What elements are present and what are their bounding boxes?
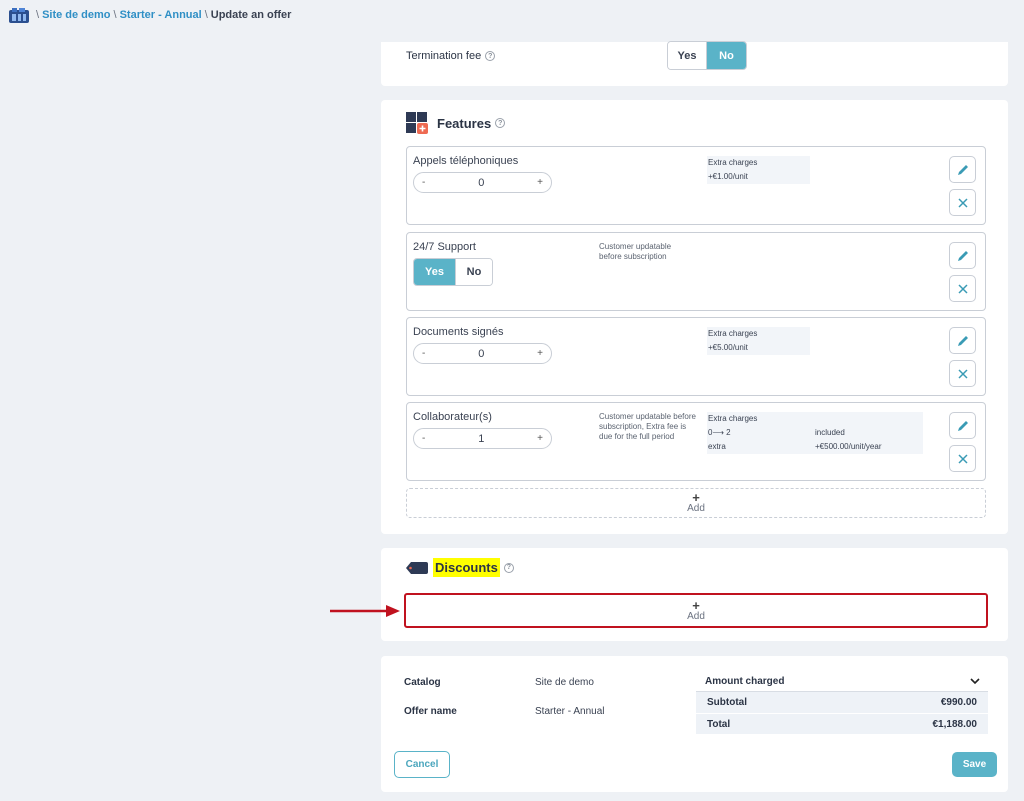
discounts-card: Discounts ? + Add — [381, 548, 1008, 641]
remove-feature-button[interactable] — [949, 445, 976, 472]
extra-charges-box: Extra charges 0⟶ 2 included extra +€500.… — [707, 412, 923, 454]
breadcrumb-site-link[interactable]: Site de demo — [42, 9, 110, 21]
catalog-label: Catalog — [404, 677, 441, 688]
quantity-stepper: - 0 + — [413, 343, 552, 364]
summary-card: Catalog Site de demo Offer name Starter … — [381, 656, 1008, 792]
edit-feature-button[interactable] — [949, 327, 976, 354]
remove-feature-button[interactable] — [949, 189, 976, 216]
offer-name-value: Starter - Annual — [535, 706, 605, 717]
annotation-arrow-icon — [330, 605, 400, 617]
save-button[interactable]: Save — [952, 752, 997, 777]
feature-item: 24/7 Support Yes No Customer updatable b… — [406, 232, 986, 311]
feature-note: Customer updatable before subscription, … — [599, 412, 696, 441]
features-card: Features ? Appels téléphoniques - 0 + Ex… — [381, 100, 1008, 534]
help-icon[interactable]: ? — [503, 562, 514, 573]
quantity-value[interactable]: 0 — [425, 348, 537, 360]
plus-icon: + — [692, 490, 700, 505]
extra-charges-box: Extra charges +€5.00/unit — [707, 327, 810, 355]
amount-charged-panel: Amount charged Subtotal €990.00 Total €1… — [696, 672, 988, 734]
pencil-icon — [957, 335, 968, 346]
increment-button[interactable]: + — [537, 433, 543, 444]
increment-button[interactable]: + — [537, 177, 543, 188]
add-feature-button[interactable]: + Add — [406, 488, 986, 518]
termination-yes-button[interactable]: Yes — [668, 42, 707, 69]
plus-icon: + — [692, 597, 700, 613]
close-icon — [957, 453, 968, 464]
support-no-button[interactable]: No — [455, 259, 492, 285]
quantity-value[interactable]: 0 — [425, 177, 537, 189]
total-row: Total €1,188.00 — [696, 713, 988, 734]
feature-name: 24/7 Support — [413, 241, 476, 253]
feature-item: Documents signés - 0 + Extra charges +€5… — [406, 317, 986, 396]
edit-feature-button[interactable] — [949, 412, 976, 439]
pencil-icon — [957, 420, 968, 431]
edit-feature-button[interactable] — [949, 156, 976, 183]
amount-charged-header[interactable]: Amount charged — [696, 672, 988, 692]
quantity-stepper: - 0 + — [413, 172, 552, 193]
quantity-value[interactable]: 1 — [425, 433, 537, 445]
catalog-logo-icon — [9, 7, 29, 23]
breadcrumb-current: Update an offer — [210, 9, 292, 21]
add-discount-button[interactable]: + Add — [404, 593, 988, 628]
close-icon — [957, 368, 968, 379]
feature-name: Collaborateur(s) — [413, 411, 492, 423]
termination-fee-toggle: Yes No — [667, 41, 747, 70]
remove-feature-button[interactable] — [949, 360, 976, 387]
edit-feature-button[interactable] — [949, 242, 976, 269]
remove-feature-button[interactable] — [949, 275, 976, 302]
feature-note: Customer updatable before subscription — [599, 242, 672, 261]
offer-name-label: Offer name — [404, 706, 457, 717]
pencil-icon — [957, 164, 968, 175]
termination-fee-label: Termination fee ? — [406, 50, 496, 62]
breadcrumb: \ Site de demo \ Starter - Annual \ Upda… — [9, 6, 291, 24]
help-icon[interactable]: ? — [495, 118, 506, 128]
subtotal-row: Subtotal €990.00 — [696, 692, 988, 713]
feature-item: Collaborateur(s) - 1 + Customer updatabl… — [406, 402, 986, 481]
termination-no-button[interactable]: No — [707, 42, 746, 69]
breadcrumb-plan-link[interactable]: Starter - Annual — [120, 9, 202, 21]
feature-name: Documents signés — [413, 326, 504, 338]
close-icon — [957, 197, 968, 208]
chevron-down-icon — [970, 678, 980, 685]
close-icon — [957, 283, 968, 294]
support-toggle: Yes No — [413, 258, 493, 286]
support-yes-button[interactable]: Yes — [414, 259, 455, 285]
termination-card: Termination fee ? Yes No — [381, 41, 1008, 86]
quantity-stepper: - 1 + — [413, 428, 552, 449]
cancel-button[interactable]: Cancel — [394, 751, 450, 778]
discount-tag-icon — [406, 561, 428, 574]
catalog-value: Site de demo — [535, 677, 594, 688]
help-icon[interactable]: ? — [485, 51, 496, 61]
extra-charges-box: Extra charges +€1.00/unit — [707, 156, 810, 184]
features-icon — [406, 112, 428, 134]
features-title: Features ? — [406, 112, 506, 134]
discounts-title: Discounts ? — [406, 558, 514, 577]
feature-item: Appels téléphoniques - 0 + Extra charges… — [406, 146, 986, 225]
feature-name: Appels téléphoniques — [413, 155, 519, 167]
increment-button[interactable]: + — [537, 348, 543, 359]
pencil-icon — [957, 250, 968, 261]
